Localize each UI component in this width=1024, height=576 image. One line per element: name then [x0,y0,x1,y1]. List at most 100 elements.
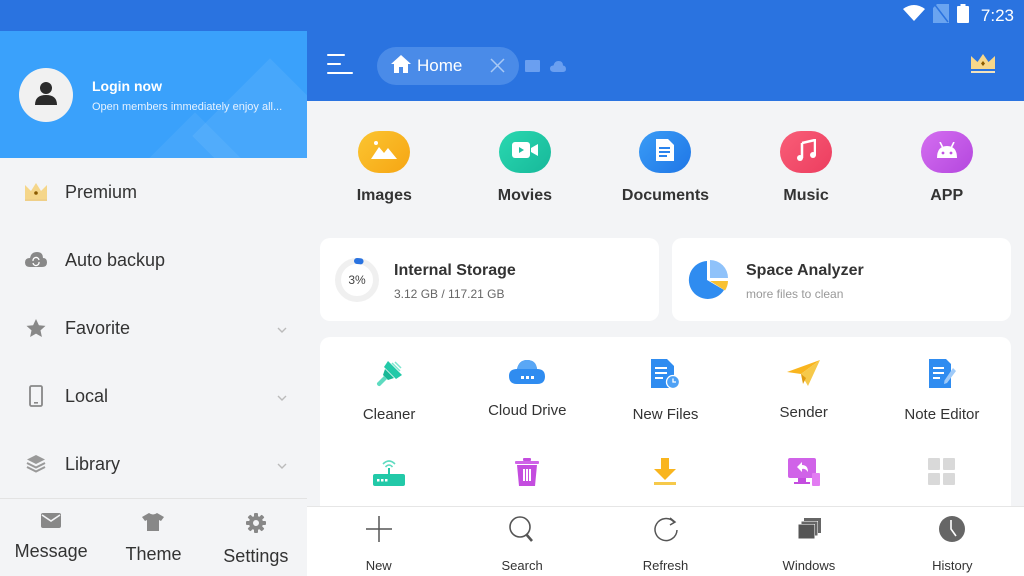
trash-icon [515,458,540,491]
history-button[interactable]: History [881,507,1024,576]
person-icon [33,80,59,111]
category-icon-bg [780,131,833,173]
chevron-down-icon[interactable] [277,320,287,338]
tools-card: Cleaner Cloud Drive New Files Sender Not… [320,337,1011,517]
tab-label: Home [417,56,463,75]
category-row: Images Movies Documents Music APP [307,101,1024,231]
search-label: Search [501,558,543,573]
tool-label: Cleaner [362,406,416,423]
new-files-icon [650,359,681,394]
home-content: Images Movies Documents Music APP 3% Int… [307,101,1024,517]
drawer-item-local[interactable]: Local [0,362,307,430]
login-subtitle: Open members immediately enjoy all... [92,101,283,113]
bottom-toolbar: New Search Refresh Windows History [307,506,1024,576]
hamburger-menu-icon[interactable] [327,53,353,75]
refresh-button[interactable]: Refresh [594,507,737,576]
download-icon [653,458,677,491]
message-label: Message [14,541,88,561]
analyzer-title: Space Analyzer [746,262,864,279]
crown-icon[interactable] [970,53,996,80]
tool-cleaner[interactable]: Cleaner [320,337,458,440]
category-music[interactable]: Music [736,101,877,231]
cloud-icon[interactable] [550,59,566,77]
tshirt-icon [142,513,165,536]
status-bar: 7:23 [0,0,1024,31]
tool-router[interactable] [320,440,458,500]
clock-icon [938,515,966,548]
category-label: Images [356,187,412,204]
tools-grid: Cleaner Cloud Drive New Files Sender Not… [320,337,1011,500]
drawer-item-favorite[interactable]: Favorite [0,294,307,362]
category-label: Music [783,187,829,204]
new-label: New [365,558,392,573]
chevron-down-icon[interactable] [277,456,287,474]
drawer-item-label: Favorite [65,317,131,338]
drawer-bottom-bar: Message Theme Settings [0,499,307,576]
refresh-icon [652,515,680,548]
category-movies[interactable]: Movies [455,101,596,231]
grid-icon [927,458,956,491]
login-title[interactable]: Login now [92,78,162,94]
category-label: Documents [621,187,710,204]
tool-remote-screen[interactable] [735,440,873,500]
search-button[interactable]: Search [450,507,593,576]
cloud-drive-icon [509,359,546,390]
category-label: Movies [497,187,553,204]
tool-label: Cloud Drive [488,402,567,419]
settings-button[interactable]: Settings [205,499,307,576]
category-documents[interactable]: Documents [595,101,736,231]
tool-new-files[interactable]: New Files [596,337,734,440]
message-button[interactable]: Message [0,499,102,576]
category-icon-bg [358,131,411,173]
document-icon [656,138,675,166]
space-analyzer-card[interactable]: Space Analyzer more files to clean [672,238,1011,321]
category-icon-bg [498,131,551,173]
tool-more[interactable] [873,440,1011,500]
category-icon-bg [639,131,692,173]
storage-percent: 3% [348,273,366,287]
category-app[interactable]: APP [876,101,1017,231]
cloud-sync-icon [24,248,48,272]
remote-screen-icon [787,458,820,491]
tool-note-editor[interactable]: Note Editor [873,337,1011,440]
window-icon[interactable] [525,59,540,77]
drawer-item-auto-backup[interactable]: Auto backup [0,226,307,294]
drawer-item-premium[interactable]: Premium [0,158,307,226]
tab-home[interactable]: Home [377,47,519,85]
theme-button[interactable]: Theme [102,499,204,576]
category-images[interactable]: Images [314,101,455,231]
windows-label: Windows [782,558,836,573]
tool-sender[interactable]: Sender [735,337,873,440]
note-editor-icon [927,359,957,394]
image-icon [371,140,398,165]
no-sim-icon [932,4,949,28]
avatar[interactable] [19,68,73,122]
drawer-item-library[interactable]: Library [0,430,307,498]
wifi-icon [902,5,925,27]
tool-downloads[interactable] [596,440,734,500]
gear-icon [245,513,266,538]
music-note-icon [796,137,817,166]
close-icon[interactable] [490,58,505,78]
login-header[interactable]: Login now Open members immediately enjoy… [0,31,307,158]
tool-label: Note Editor [904,406,980,423]
internal-storage-card[interactable]: 3% Internal Storage 3.12 GB / 117.21 GB [320,238,659,321]
router-icon [373,458,406,491]
crown-icon [24,180,48,204]
navigation-drawer: Login now Open members immediately enjoy… [0,31,307,576]
tool-recycle-bin[interactable] [458,440,596,500]
settings-label: Settings [223,546,289,566]
plus-icon [365,515,393,548]
app-toolbar: Home [307,31,1024,101]
video-icon [511,141,538,164]
history-label: History [932,558,973,573]
new-button[interactable]: New [307,507,450,576]
storage-usage: 3.12 GB / 117.21 GB [394,287,505,301]
tool-cloud-drive[interactable]: Cloud Drive [458,337,596,440]
chevron-down-icon[interactable] [277,388,287,406]
windows-stack-icon [795,515,823,548]
battery-icon [956,4,969,28]
drawer-item-label: Premium [65,181,138,202]
envelope-icon [41,513,62,533]
windows-button[interactable]: Windows [737,507,880,576]
